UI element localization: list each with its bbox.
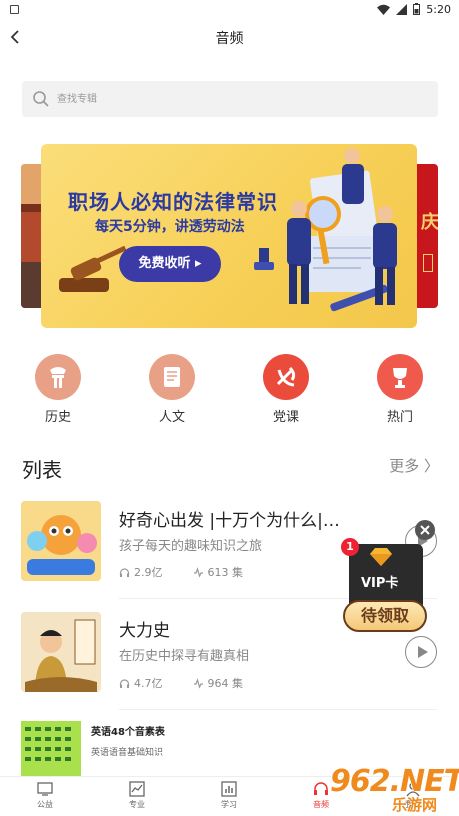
bottom-nav: 公益 专业 学习 音频 我的	[0, 776, 459, 816]
close-icon	[420, 525, 430, 535]
nav-item-profile[interactable]: 我的	[383, 781, 443, 810]
item-meta: 2.9亿 613 集	[119, 564, 243, 580]
category-humanities[interactable]: 人文	[137, 354, 207, 425]
banner-next-slide[interactable]: 庆	[417, 164, 438, 308]
item-subtitle: 在历史中探寻有趣真相	[119, 649, 250, 664]
search-input[interactable]	[57, 81, 417, 117]
signal-icon	[396, 3, 408, 15]
banner-carousel[interactable]: 职场人必知的法律常识 每天5分钟，讲透劳动法 免费收听 ▸ 庆	[0, 144, 459, 328]
close-ad-button[interactable]	[415, 520, 435, 540]
category-label: 人文	[158, 410, 185, 425]
divider	[119, 709, 437, 710]
episodes-icon	[193, 677, 203, 689]
more-link[interactable]: 更多 〉	[389, 455, 439, 476]
monitor-icon	[37, 782, 53, 796]
trophy-icon	[377, 354, 423, 400]
diamond-icon	[370, 548, 392, 566]
item-subtitle: 孩子每天的趣味知识之旅	[119, 539, 263, 554]
bar-chart-icon	[221, 781, 237, 797]
episode-count: 964 集	[207, 677, 244, 690]
play-button[interactable]	[405, 636, 437, 668]
headphones-icon	[119, 678, 130, 688]
history-icon	[35, 354, 81, 400]
businessmen-illustration	[59, 148, 397, 312]
vip-card-text: VIP卡	[361, 576, 399, 591]
album-cover	[21, 721, 81, 777]
party-emblem-icon	[263, 354, 309, 400]
play-count: 2.9亿	[134, 566, 163, 579]
search-bar[interactable]	[22, 81, 438, 117]
banner-subline: 每天5分钟，讲透劳动法	[95, 219, 245, 235]
category-party-lesson[interactable]: 党课	[251, 354, 321, 425]
system-icons: 5:20	[377, 3, 451, 16]
category-label: 党课	[272, 410, 299, 425]
category-label: 热门	[386, 410, 413, 425]
nav-label: 学习	[221, 800, 237, 809]
album-cover	[21, 612, 101, 692]
palace-image	[21, 164, 41, 308]
seal-icon	[423, 254, 433, 272]
album-cover	[21, 501, 101, 581]
category-row: 历史 人文 党课 热门	[0, 354, 459, 425]
nav-label: 音频	[313, 800, 329, 809]
notification-icon	[10, 4, 19, 14]
clock: 5:20	[426, 2, 451, 16]
nav-label: 专业	[129, 800, 145, 809]
banner-slide-labor-law[interactable]: 职场人必知的法律常识 每天5分钟，讲透劳动法 免费收听 ▸	[41, 144, 417, 328]
vip-card-ad[interactable]: VIP卡 待领取 1	[341, 520, 435, 638]
play-count: 4.7亿	[134, 677, 163, 690]
free-listen-button[interactable]: 免费收听 ▸	[119, 246, 221, 282]
category-label: 历史	[44, 410, 71, 425]
category-history[interactable]: 历史	[23, 354, 93, 425]
banner-headline: 职场人必知的法律常识	[68, 190, 278, 214]
trend-icon	[129, 781, 145, 797]
episode-count: 613 集	[207, 566, 244, 579]
app-root: 5:20 音频 查找专辑 职场人必知的法律常识 每天5分钟，讲透劳动法 免费收听…	[0, 0, 459, 816]
scroll-icon	[149, 354, 195, 400]
item-subtitle: 英语语音基础知识	[91, 748, 164, 758]
notification-icons	[10, 4, 19, 14]
person-icon	[406, 782, 420, 797]
title-bar: 音频	[0, 18, 459, 60]
headphones-icon	[314, 782, 328, 795]
nav-item-charity[interactable]: 公益	[15, 781, 75, 810]
search-icon	[33, 91, 49, 107]
headphones-icon	[119, 567, 130, 577]
notification-badge: 1	[341, 538, 359, 556]
nav-item-audio[interactable]: 音频	[291, 781, 351, 810]
nav-item-study[interactable]: 学习	[199, 781, 259, 810]
wifi-icon	[377, 4, 391, 15]
section-title: 列表	[22, 458, 62, 482]
nav-item-major[interactable]: 专业	[107, 781, 167, 810]
claim-button[interactable]: 待领取	[343, 600, 427, 632]
item-title: 好奇心出发 |十万个为什么|…	[119, 511, 340, 531]
battery-icon	[413, 3, 421, 15]
item-title: 英语48个音素表	[91, 727, 165, 738]
page-title: 音频	[215, 31, 244, 47]
nav-label: 我的	[405, 800, 421, 809]
episodes-icon	[193, 566, 203, 578]
banner-prev-slide[interactable]	[21, 164, 41, 308]
nav-label: 公益	[37, 800, 53, 809]
status-bar: 5:20	[0, 0, 459, 18]
next-slide-char: 庆	[421, 212, 438, 233]
item-title: 大力史	[119, 621, 170, 641]
category-popular[interactable]: 热门	[365, 354, 435, 425]
item-meta: 4.7亿 964 集	[119, 675, 243, 691]
